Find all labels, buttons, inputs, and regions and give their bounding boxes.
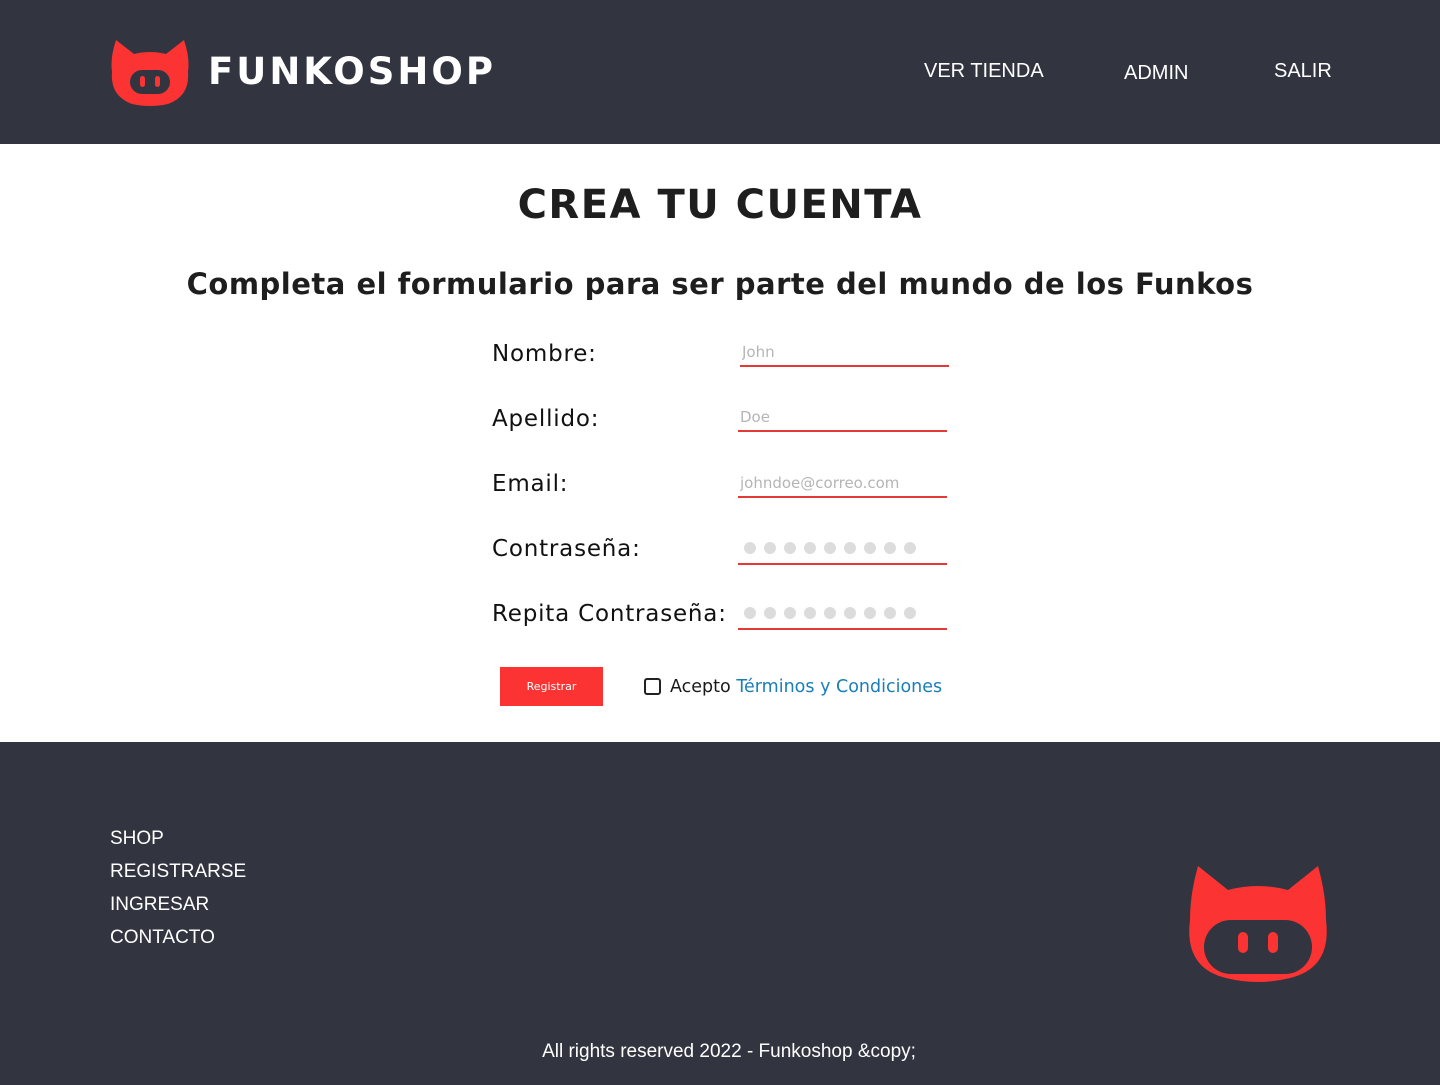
brand-wordmark[interactable]: FUNKOSHOP (208, 50, 496, 94)
terms-prefix: Acepto (670, 677, 731, 697)
footer-link-ingresar[interactable]: INGRESAR (110, 892, 209, 918)
apellido-label: Apellido: (492, 406, 600, 432)
page-title: CREA TU CUENTA (517, 182, 923, 228)
email-label: Email: (492, 471, 569, 497)
terms-label: Acepto Términos y Condiciones (670, 675, 942, 699)
password-placeholder-dots (744, 542, 916, 554)
nav-salir[interactable]: SALIR (1274, 58, 1332, 84)
terms-checkbox[interactable] (644, 678, 661, 695)
page-subtitle: Completa el formulario para ser parte de… (186, 267, 1254, 301)
footer-copyright: All rights reserved 2022 - Funkoshop &co… (542, 1041, 916, 1062)
nav-admin[interactable]: ADMIN (1124, 60, 1188, 86)
repeat-password-label: Repita Contraseña: (492, 601, 727, 627)
site-header: FUNKOSHOP VER TIENDA ADMIN SALIR (0, 0, 1440, 144)
nombre-input[interactable] (740, 339, 949, 367)
footer-link-registrarse[interactable]: REGISTRARSE (110, 859, 246, 885)
nombre-label: Nombre: (492, 341, 597, 367)
terms-link[interactable]: Términos y Condiciones (736, 677, 942, 697)
nav-ver-tienda[interactable]: VER TIENDA (924, 58, 1044, 84)
password-label: Contraseña: (492, 536, 641, 562)
apellido-input[interactable] (738, 404, 947, 432)
footer-link-contacto[interactable]: CONTACTO (110, 925, 215, 951)
register-button[interactable]: Registrar (500, 667, 603, 706)
cat-face-footer-icon (1189, 866, 1327, 982)
repeat-password-placeholder-dots (744, 607, 916, 619)
footer-link-shop[interactable]: SHOP (110, 826, 164, 852)
email-input[interactable] (738, 470, 947, 498)
cat-face-logo-icon[interactable] (110, 38, 190, 106)
